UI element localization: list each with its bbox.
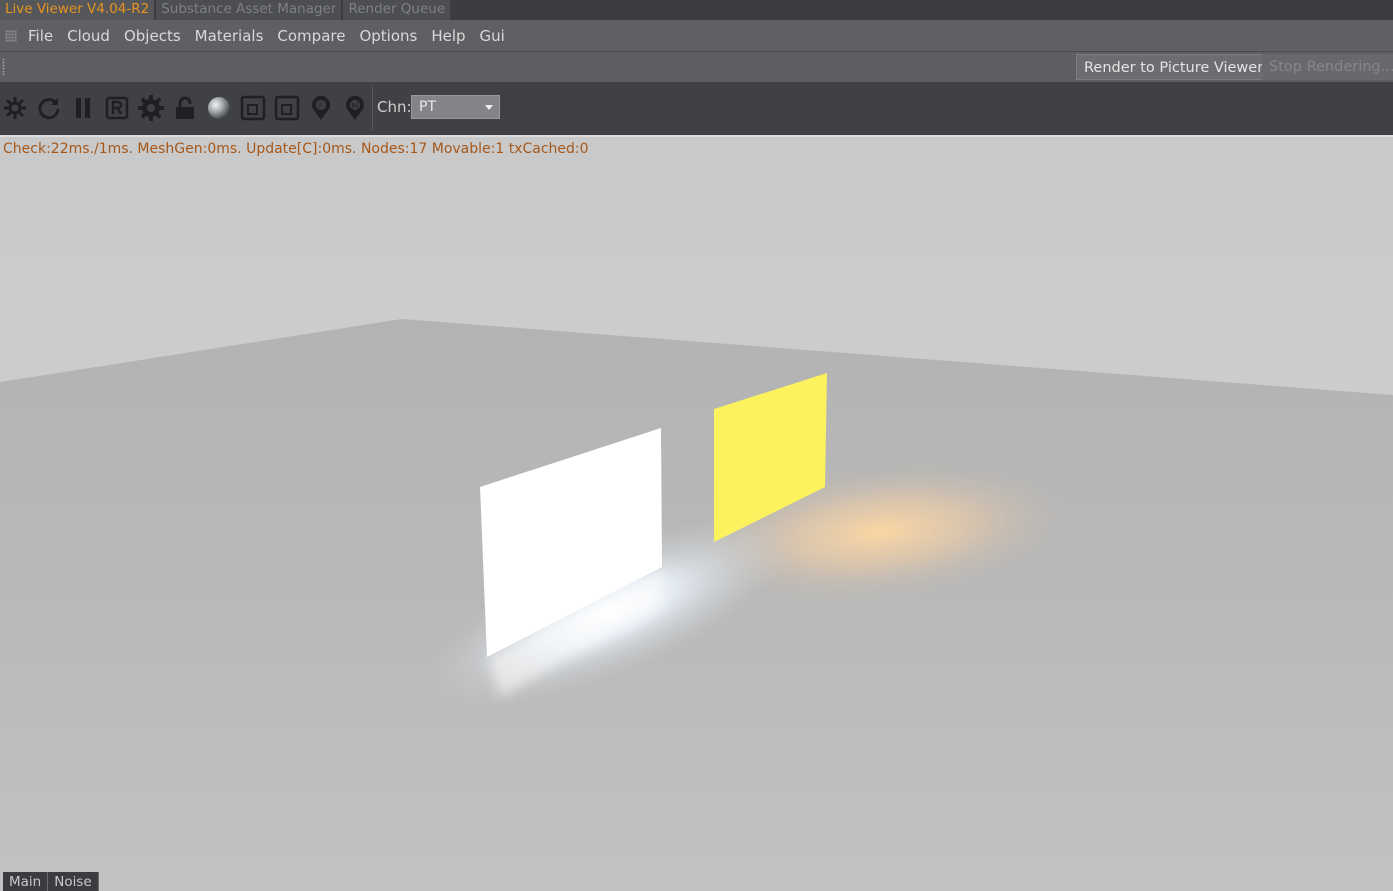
lock-icon[interactable] bbox=[171, 94, 199, 122]
live-viewer-toolbar: F M Chn: PT bbox=[0, 82, 1393, 135]
send-scene-icon[interactable] bbox=[1, 94, 29, 122]
settings-gear-icon[interactable] bbox=[137, 94, 165, 122]
menu-help[interactable]: Help bbox=[424, 27, 472, 45]
tab-main[interactable]: Main bbox=[3, 872, 49, 891]
render-viewport[interactable]: Check:22ms./1ms. MeshGen:0ms. Update[C]:… bbox=[0, 135, 1393, 891]
channel-select[interactable]: PT bbox=[411, 95, 500, 119]
chevron-down-icon bbox=[485, 105, 493, 110]
svg-text:M: M bbox=[352, 102, 359, 111]
stop-rendering-button[interactable]: Stop Rendering... bbox=[1262, 54, 1393, 80]
menu-file[interactable]: File bbox=[21, 27, 60, 45]
render-bar-grip-icon[interactable] bbox=[2, 58, 5, 76]
focus-frame-icon[interactable] bbox=[239, 94, 267, 122]
render-bar: Render to Picture Viewer Stop Rendering.… bbox=[0, 52, 1393, 83]
tab-render-queue[interactable]: Render Queue bbox=[343, 0, 451, 20]
panel-tab-bar: Live Viewer V4.04-R2 Substance Asset Man… bbox=[0, 0, 1393, 20]
channel-select-value: PT bbox=[419, 99, 436, 115]
menu-gui[interactable]: Gui bbox=[473, 27, 512, 45]
tab-substance-asset-manager[interactable]: Substance Asset Manager bbox=[156, 0, 342, 20]
toolbar-separator bbox=[372, 86, 373, 131]
rendered-scene bbox=[0, 137, 1393, 891]
tab-live-viewer[interactable]: Live Viewer V4.04-R2 bbox=[0, 0, 155, 20]
menu-materials[interactable]: Materials bbox=[188, 27, 271, 45]
svg-text:F: F bbox=[319, 102, 324, 111]
channel-label: Chn: bbox=[377, 98, 412, 116]
material-pick-icon[interactable]: M bbox=[341, 94, 369, 122]
focus-pick-icon[interactable]: F bbox=[307, 94, 335, 122]
focus-frame-alt-icon[interactable] bbox=[273, 94, 301, 122]
region-render-icon[interactable] bbox=[103, 94, 131, 122]
menu-grip-icon[interactable] bbox=[5, 29, 17, 42]
tab-noise[interactable]: Noise bbox=[48, 872, 99, 891]
material-ball-icon[interactable] bbox=[205, 94, 233, 122]
render-to-picture-viewer-button[interactable]: Render to Picture Viewer bbox=[1076, 54, 1272, 80]
menu-bar: File Cloud Objects Materials Compare Opt… bbox=[0, 20, 1393, 52]
menu-cloud[interactable]: Cloud bbox=[60, 27, 117, 45]
menu-options[interactable]: Options bbox=[352, 27, 424, 45]
menu-compare[interactable]: Compare bbox=[270, 27, 352, 45]
restart-icon[interactable] bbox=[35, 94, 63, 122]
menu-objects[interactable]: Objects bbox=[117, 27, 188, 45]
pause-icon[interactable] bbox=[69, 94, 97, 122]
viewport-bottom-tabs: Main Noise bbox=[3, 872, 99, 891]
render-stats-text: Check:22ms./1ms. MeshGen:0ms. Update[C]:… bbox=[3, 141, 589, 157]
